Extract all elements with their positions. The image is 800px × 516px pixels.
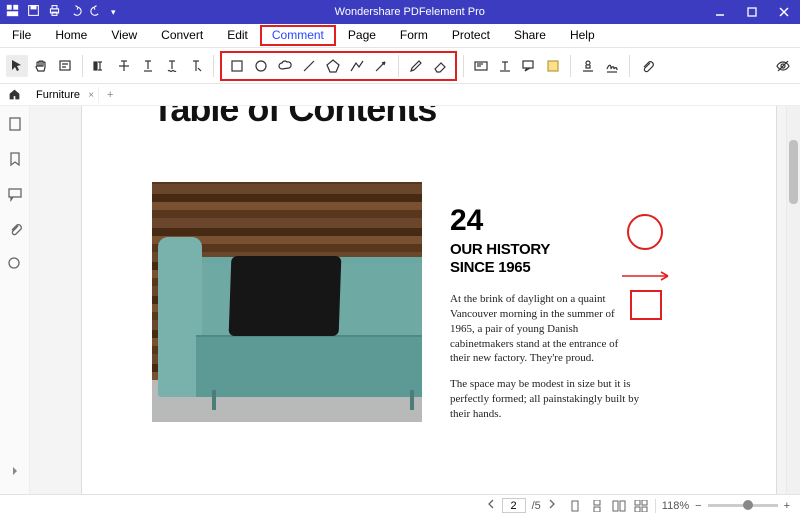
hand-tool-icon[interactable]	[30, 55, 52, 77]
page-total: /5	[532, 500, 541, 512]
work-area: Table of Contents 24 OUR HISTORY SINCE 1…	[0, 106, 800, 494]
polyline-tool-icon[interactable]	[346, 55, 368, 77]
app-logo-icon	[6, 4, 19, 20]
polygon-tool-icon[interactable]	[322, 55, 344, 77]
signature-tool-icon[interactable]	[601, 55, 623, 77]
strikethrough-tool-icon[interactable]	[113, 55, 135, 77]
single-page-view-icon[interactable]	[567, 499, 583, 513]
shapes-group-highlighted	[220, 51, 457, 81]
hide-annotations-icon[interactable]	[772, 55, 794, 77]
tab-close-icon[interactable]: ×	[88, 90, 94, 101]
menu-convert[interactable]: Convert	[149, 25, 215, 46]
status-bar: /5 118% − +	[0, 494, 800, 516]
search-panel-icon[interactable]	[7, 256, 23, 277]
minimize-button[interactable]	[704, 0, 736, 24]
menu-form[interactable]: Form	[388, 25, 440, 46]
comment-toolbar	[0, 48, 800, 84]
pencil-tool-icon[interactable]	[405, 55, 427, 77]
tab-furniture[interactable]: Furniture ×	[28, 87, 99, 103]
side-panel	[0, 106, 30, 494]
vertical-scrollbar[interactable]	[786, 106, 800, 494]
annotation-rectangle[interactable]	[630, 290, 662, 320]
bookmarks-icon[interactable]	[7, 151, 23, 172]
caret-tool-icon[interactable]	[185, 55, 207, 77]
underline-tool-icon[interactable]	[137, 55, 159, 77]
separator	[629, 55, 630, 77]
menu-page[interactable]: Page	[336, 25, 388, 46]
separator	[398, 55, 399, 77]
page-heading: Table of Contents	[152, 106, 436, 130]
section-title-line2: SINCE 1965	[450, 259, 530, 276]
zoom-slider[interactable]	[708, 504, 778, 507]
scrollbar-thumb[interactable]	[789, 140, 798, 204]
squiggly-tool-icon[interactable]	[161, 55, 183, 77]
rectangle-tool-icon[interactable]	[226, 55, 248, 77]
line-tool-icon[interactable]	[298, 55, 320, 77]
zoom-in-button[interactable]: +	[784, 500, 790, 512]
separator	[570, 55, 571, 77]
body-paragraph-1: At the brink of daylight on a quaint Van…	[450, 292, 640, 366]
area-highlight-icon[interactable]	[542, 55, 564, 77]
separator	[463, 55, 464, 77]
highlight-tool-icon[interactable]	[89, 55, 111, 77]
textbox-tool-icon[interactable]	[470, 55, 492, 77]
note-tool-icon[interactable]	[54, 55, 76, 77]
section-number: 24	[450, 204, 483, 238]
separator	[213, 55, 214, 77]
prev-page-icon[interactable]	[486, 499, 496, 512]
app-title: Wondershare PDFelement Pro	[116, 6, 704, 18]
stamp-tool-icon[interactable]	[577, 55, 599, 77]
menu-share[interactable]: Share	[502, 25, 558, 46]
body-paragraph-2: The space may be modest in size but it i…	[450, 377, 640, 422]
panel-expand-icon[interactable]	[7, 463, 23, 484]
zoom-level: 118%	[662, 500, 689, 512]
redo-icon[interactable]	[90, 4, 103, 20]
menu-bar: File Home View Convert Edit Comment Page…	[0, 24, 800, 48]
home-tab-icon[interactable]	[0, 88, 28, 101]
content-image	[152, 182, 422, 422]
pdf-page: Table of Contents 24 OUR HISTORY SINCE 1…	[82, 106, 776, 494]
comments-panel-icon[interactable]	[7, 186, 23, 207]
tab-add-button[interactable]: +	[99, 89, 121, 101]
document-canvas[interactable]: Table of Contents 24 OUR HISTORY SINCE 1…	[30, 106, 800, 494]
next-page-icon[interactable]	[547, 499, 557, 512]
menu-protect[interactable]: Protect	[440, 25, 502, 46]
document-tabs: Furniture × +	[0, 84, 800, 106]
section-title-line1: OUR HISTORY	[450, 241, 550, 258]
two-page-continuous-icon[interactable]	[633, 499, 649, 513]
menu-view[interactable]: View	[99, 25, 149, 46]
save-icon[interactable]	[27, 4, 40, 20]
menu-help[interactable]: Help	[558, 25, 607, 46]
menu-home[interactable]: Home	[43, 25, 99, 46]
close-button[interactable]	[768, 0, 800, 24]
callout-tool-icon[interactable]	[518, 55, 540, 77]
thumbnails-icon[interactable]	[7, 116, 23, 137]
separator	[82, 55, 83, 77]
eraser-tool-icon[interactable]	[429, 55, 451, 77]
menu-edit[interactable]: Edit	[215, 25, 260, 46]
cloud-tool-icon[interactable]	[274, 55, 296, 77]
menu-file[interactable]: File	[0, 25, 43, 46]
tab-label: Furniture	[36, 89, 80, 101]
menu-comment[interactable]: Comment	[260, 25, 336, 46]
continuous-view-icon[interactable]	[589, 499, 605, 513]
typewriter-tool-icon[interactable]	[494, 55, 516, 77]
zoom-out-button[interactable]: −	[695, 500, 701, 512]
attachment-tool-icon[interactable]	[636, 55, 658, 77]
circle-tool-icon[interactable]	[250, 55, 272, 77]
undo-icon[interactable]	[69, 4, 82, 20]
select-tool-icon[interactable]	[6, 55, 28, 77]
annotation-arrow[interactable]	[620, 268, 676, 284]
page-number-input[interactable]	[502, 498, 526, 513]
two-page-view-icon[interactable]	[611, 499, 627, 513]
attachments-panel-icon[interactable]	[7, 221, 23, 242]
print-icon[interactable]	[48, 4, 61, 20]
annotation-circle[interactable]	[627, 214, 663, 250]
arrow-tool-icon[interactable]	[370, 55, 392, 77]
title-bar: ▾ Wondershare PDFelement Pro	[0, 0, 800, 24]
maximize-button[interactable]	[736, 0, 768, 24]
